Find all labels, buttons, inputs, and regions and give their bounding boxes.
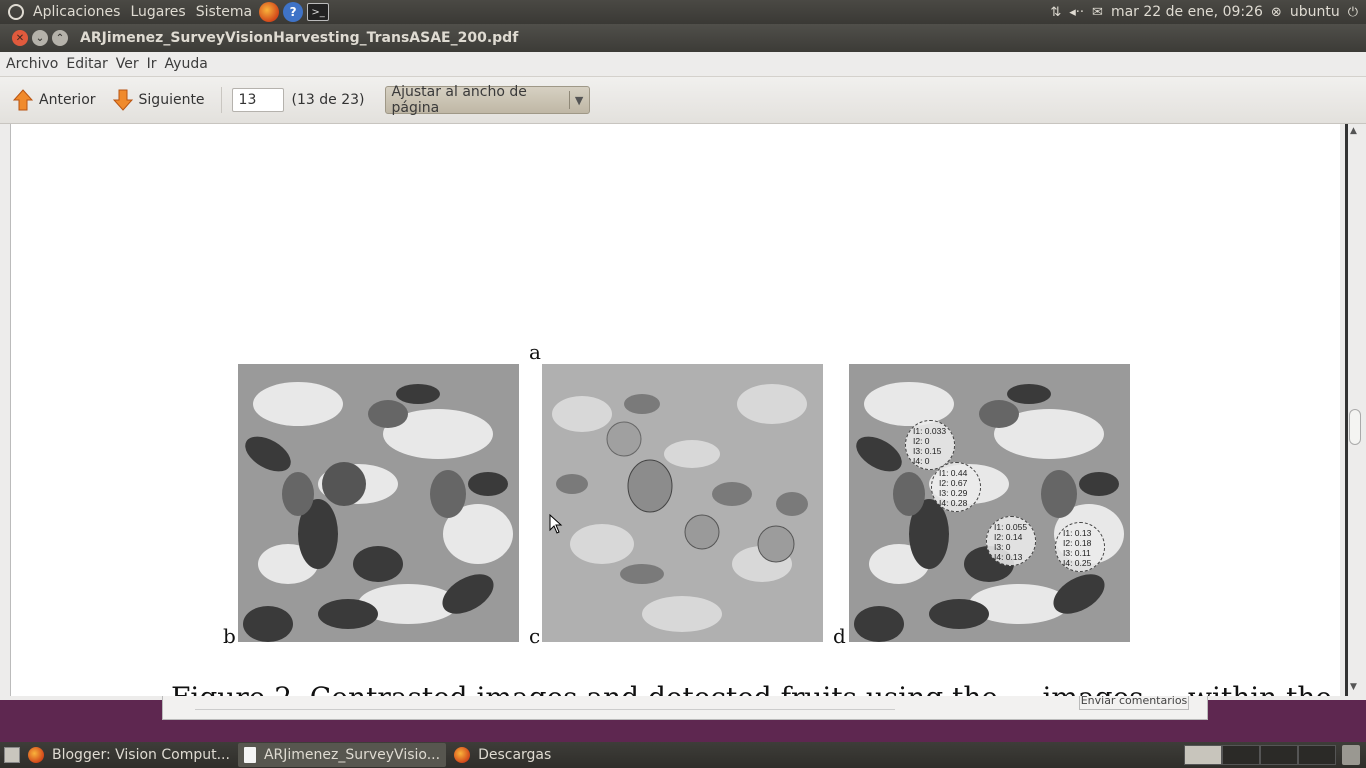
taskbar-item-downloads[interactable]: Descargas	[448, 743, 557, 767]
menu-applications[interactable]: Aplicaciones	[28, 4, 125, 20]
close-window-button[interactable]: ✕	[12, 30, 28, 46]
label-line: I4: 0.13	[994, 552, 1023, 562]
arrow-up-icon	[12, 88, 34, 112]
scroll-down-icon[interactable]: ▼	[1350, 682, 1357, 692]
label-line: I4: 0.28	[939, 498, 968, 508]
menu-archivo[interactable]: Archivo	[2, 56, 62, 72]
trash-icon[interactable]	[1342, 745, 1360, 765]
firefox-icon	[454, 747, 471, 763]
label-line: I3: 0.15	[913, 446, 942, 456]
ubuntu-logo-icon[interactable]	[8, 4, 24, 20]
workspace-4[interactable]	[1298, 745, 1336, 765]
maximize-window-button[interactable]: ⌃	[52, 30, 68, 46]
scrollbar-thumb[interactable]	[1349, 409, 1361, 445]
minimize-window-button[interactable]: ⌄	[32, 30, 48, 46]
toolbar-separator	[220, 87, 222, 113]
scroll-up-icon[interactable]: ▲	[1350, 126, 1357, 136]
bottom-taskbar: Blogger: Vision Comput... ARJimenez_Surv…	[0, 742, 1366, 768]
power-icon[interactable]: ⏻	[1348, 5, 1358, 20]
taskbar-item-pdf[interactable]: ARJimenez_SurveyVisio...	[237, 743, 447, 767]
figure-label-c: c	[529, 624, 541, 648]
chevron-down-icon: ▼	[574, 93, 584, 107]
fruit-label: I1: 0.44 I2: 0.67 I3: 0.29 I4: 0.28	[931, 462, 981, 512]
menu-places[interactable]: Lugares	[125, 4, 190, 20]
user-name[interactable]: ubuntu	[1290, 4, 1340, 20]
page-number-input[interactable]	[231, 88, 284, 112]
figure-caption: Figure 2. Contrasted images and detected…	[171, 681, 1332, 696]
next-page-label: Siguiente	[138, 92, 205, 108]
previous-page-button[interactable]: Anterior	[6, 88, 102, 112]
workspace-3[interactable]	[1260, 745, 1298, 765]
label-line: I2: 0.18	[1063, 538, 1092, 548]
taskbar-item-label: Blogger: Vision Comput...	[52, 747, 230, 763]
label-line: I4: 0.25	[1063, 558, 1092, 568]
send-feedback-button[interactable]: Enviar comentarios	[1079, 696, 1189, 710]
scrollbar-track	[1345, 124, 1348, 696]
workspace-switcher[interactable]	[1184, 745, 1336, 765]
label-line: I2: 0	[913, 436, 930, 446]
zoom-dropdown[interactable]: Ajustar al ancho de página ▼	[384, 84, 590, 116]
menu-system[interactable]: Sistema	[191, 4, 257, 20]
arrow-down-icon	[112, 88, 134, 112]
background-input-field	[195, 698, 895, 710]
label-line: I1: 0.033	[913, 426, 947, 436]
system-tray: ⇅ ◂·· ✉ mar 22 de ene, 09:26 ⊗ ubuntu ⏻	[1050, 4, 1366, 20]
label-line: I2: 0.67	[939, 478, 968, 488]
toolbar: Anterior Siguiente (13 de 23) Ajustar al…	[0, 76, 1366, 124]
menu-bar: Archivo Editar Ver Ir Ayuda	[0, 52, 1366, 76]
firefox-icon[interactable]	[259, 2, 280, 22]
fruit-label: I1: 0.13 I2: 0.18 I3: 0.11 I4: 0.25	[1055, 522, 1105, 572]
network-icon[interactable]: ⇅	[1050, 5, 1061, 20]
background-window[interactable]: Enviar comentarios	[162, 696, 1208, 720]
previous-page-label: Anterior	[39, 92, 96, 108]
workspace-2[interactable]	[1222, 745, 1260, 765]
pdf-page: a b c I1: 0.033 I2: 0 I3: 0.15 I4: 0 I1:…	[10, 124, 1340, 696]
label-line: I1: 0.13	[1063, 528, 1092, 538]
help-icon[interactable]: ?	[283, 2, 304, 22]
label-line: I1: 0.055	[994, 522, 1028, 532]
label-line: I1: 0.44	[939, 468, 968, 478]
label-line: I3: 0	[994, 542, 1011, 552]
label-line: I3: 0.11	[1063, 548, 1091, 558]
taskbar-item-label: ARJimenez_SurveyVisio...	[263, 747, 441, 763]
figure-image-b	[238, 364, 519, 642]
document-viewport[interactable]: a b c I1: 0.033 I2: 0 I3: 0.15 I4: 0 I1:…	[0, 124, 1366, 696]
menu-editar[interactable]: Editar	[62, 56, 111, 72]
workspace-1[interactable]	[1184, 745, 1222, 765]
user-status-icon[interactable]: ⊗	[1271, 5, 1282, 20]
mouse-cursor-icon	[549, 514, 563, 534]
mail-icon[interactable]: ✉	[1092, 5, 1103, 20]
fruit-label: I1: 0.055 I2: 0.14 I3: 0 I4: 0.13	[986, 516, 1036, 566]
menu-ayuda[interactable]: Ayuda	[161, 56, 212, 72]
figure-label-d: d	[833, 624, 846, 648]
figure-label-a: a	[529, 340, 541, 364]
volume-icon[interactable]: ◂··	[1069, 5, 1084, 20]
label-line: I2: 0.14	[994, 532, 1023, 542]
window-title: ARJimenez_SurveyVisionHarvesting_TransAS…	[80, 30, 519, 46]
clock[interactable]: mar 22 de ene, 09:26	[1111, 4, 1263, 20]
label-line: I3: 0.29	[939, 488, 968, 498]
title-bar[interactable]: ✕ ⌄ ⌃ ARJimenez_SurveyVisionHarvesting_T…	[0, 24, 1366, 52]
terminal-icon[interactable]: >_	[307, 3, 330, 21]
page-count: (13 de 23)	[291, 92, 365, 108]
zoom-dropdown-value: Ajustar al ancho de página	[391, 84, 527, 116]
next-page-button[interactable]: Siguiente	[106, 88, 211, 112]
vertical-scrollbar[interactable]: ▲ ▼	[1344, 124, 1366, 696]
show-desktop-icon[interactable]	[4, 747, 20, 763]
firefox-icon	[28, 747, 44, 763]
top-panel: Aplicaciones Lugares Sistema ? >_ ⇅ ◂·· …	[0, 0, 1366, 24]
figure-image-c	[542, 364, 823, 642]
figure-image-d: I1: 0.033 I2: 0 I3: 0.15 I4: 0 I1: 0.44 …	[849, 364, 1130, 642]
document-icon	[243, 747, 256, 763]
document-viewer-window: ✕ ⌄ ⌃ ARJimenez_SurveyVisionHarvesting_T…	[0, 24, 1366, 700]
taskbar-item-blogger[interactable]: Blogger: Vision Comput...	[22, 743, 236, 767]
menu-ver[interactable]: Ver	[112, 56, 143, 72]
taskbar-item-label: Descargas	[478, 747, 552, 763]
figure-label-b: b	[223, 624, 236, 648]
menu-ir[interactable]: Ir	[143, 56, 161, 72]
